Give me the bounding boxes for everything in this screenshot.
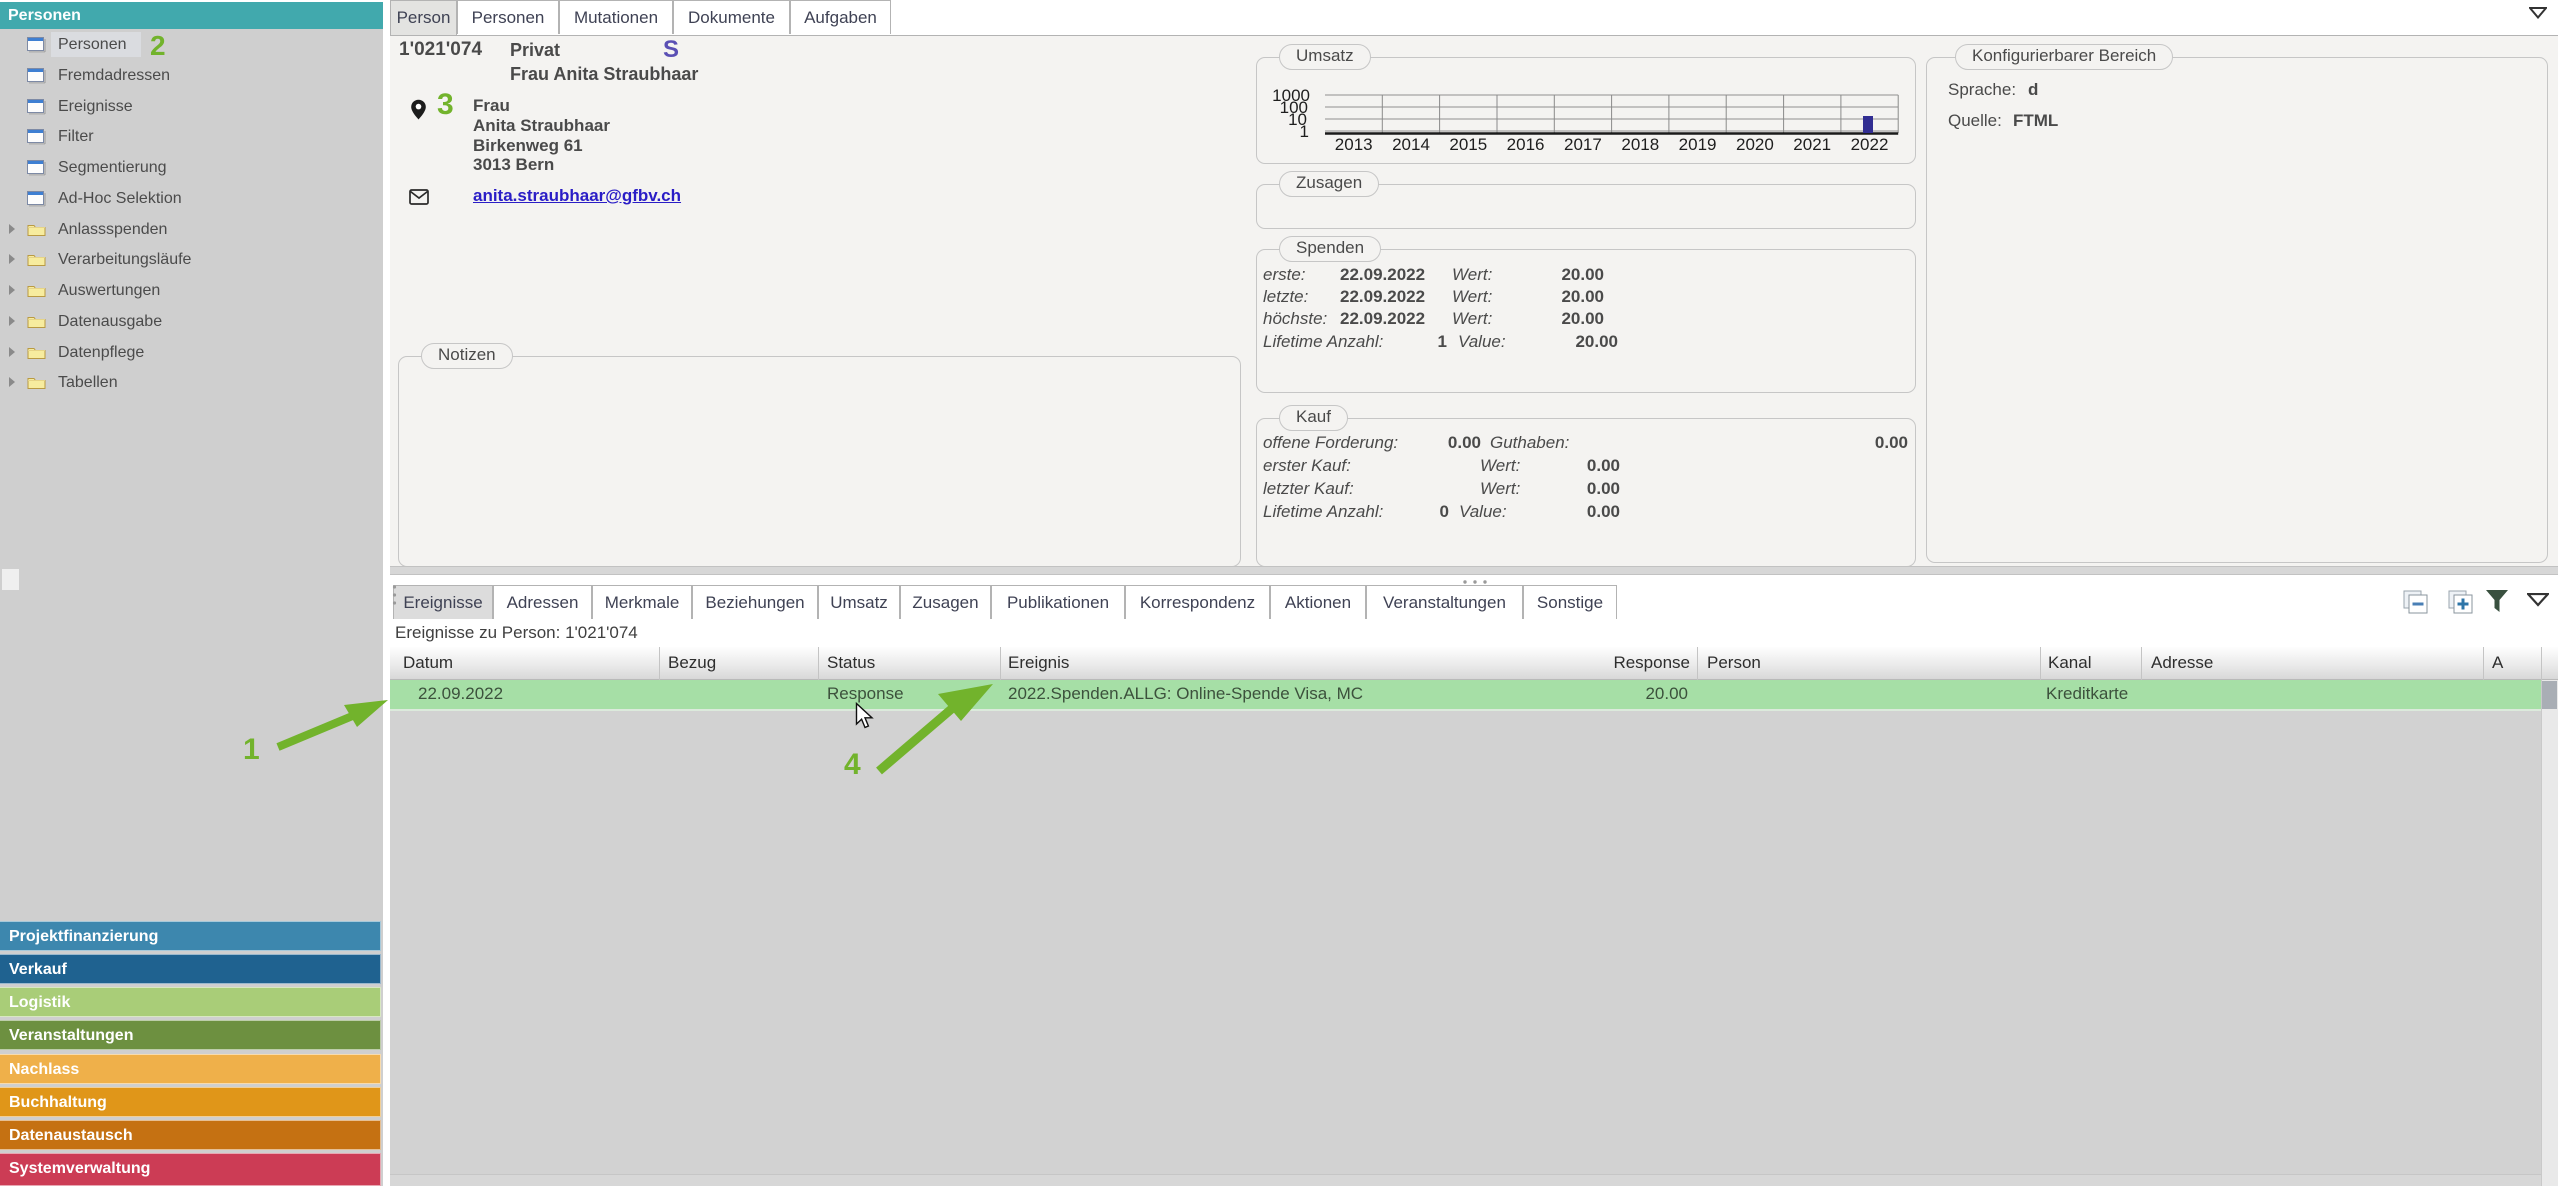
svg-text:2013: 2013 (1335, 135, 1373, 154)
svg-text:2018: 2018 (1621, 135, 1659, 154)
svg-text:2019: 2019 (1679, 135, 1717, 154)
svg-text:2014: 2014 (1392, 135, 1430, 154)
svg-text:2021: 2021 (1793, 135, 1831, 154)
svg-text:2015: 2015 (1449, 135, 1487, 154)
svg-text:1: 1 (1300, 122, 1309, 141)
svg-text:2016: 2016 (1507, 135, 1545, 154)
svg-text:2017: 2017 (1564, 135, 1602, 154)
svg-text:2020: 2020 (1736, 135, 1774, 154)
svg-text:2022: 2022 (1851, 135, 1889, 154)
